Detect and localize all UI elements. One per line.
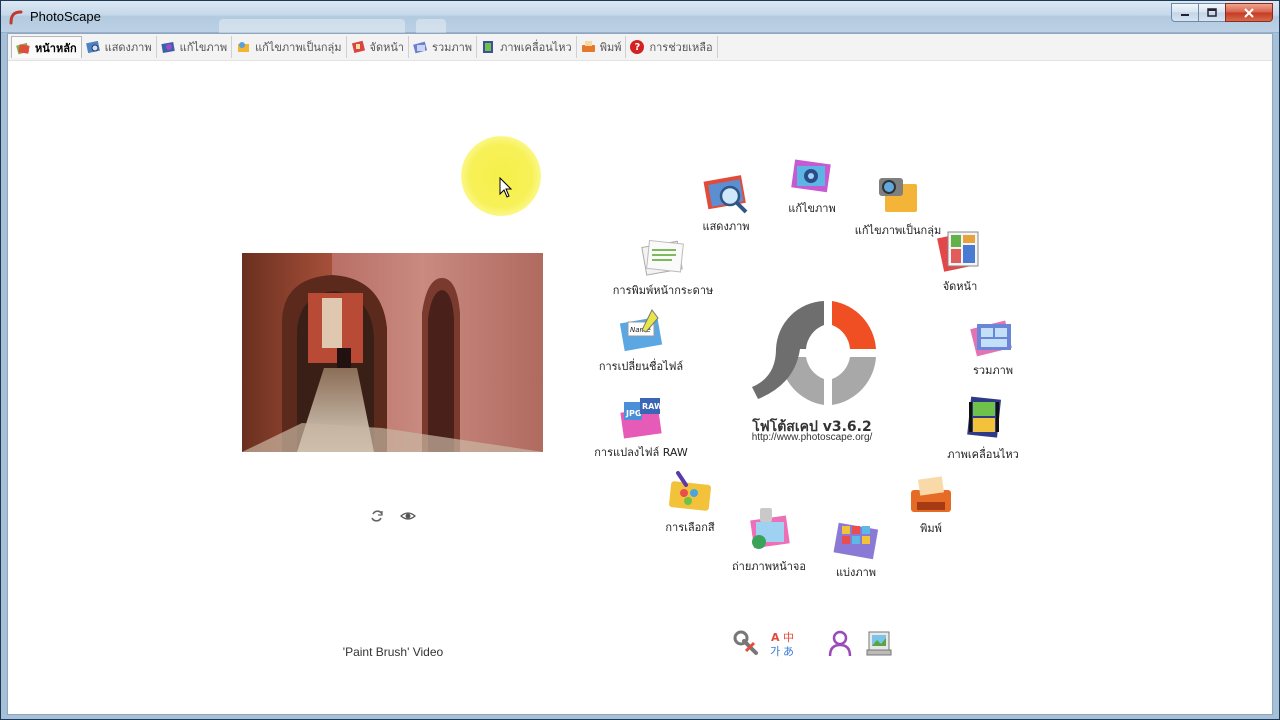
paper-print-icon [641, 239, 684, 276]
maximize-button[interactable] [1198, 3, 1226, 22]
screen-capture-label: ถ่ายภาพหน้าจอ [732, 560, 806, 573]
rename-button[interactable]: Name การเปลี่ยนชื่อไฟล์ [586, 306, 696, 375]
animated-gif-label: ภาพเคลื่อนไหว [947, 448, 1019, 461]
tab-help[interactable]: ? การช่วยเหลือ [626, 36, 718, 58]
title-glass-tab [416, 19, 446, 33]
refresh-icon[interactable] [369, 508, 385, 524]
editor-button[interactable]: แก้ไขภาพ [784, 156, 840, 217]
splitter-icon [833, 522, 879, 560]
color-picker-button[interactable]: การเลือกสี [660, 469, 720, 536]
tab-editor-label: แก้ไขภาพ [179, 41, 228, 54]
tab-combine[interactable]: รวมภาพ [409, 36, 478, 58]
animated-gif-icon [483, 41, 494, 53]
tab-print[interactable]: พิมพ์ [577, 36, 627, 58]
svg-text:A: A [771, 631, 780, 644]
viewer-icon [85, 40, 100, 54]
batch-editor-label: แก้ไขภาพเป็นกลุ่ม [854, 224, 942, 237]
svg-text:中: 中 [783, 631, 794, 644]
window-controls [1171, 3, 1273, 22]
title-bar[interactable]: PhotoScape [1, 1, 1279, 33]
help-icon: ? [630, 40, 645, 54]
tab-viewer-label: แสดงภาพ [104, 41, 152, 54]
print-label: พิมพ์ [920, 522, 942, 535]
print-button[interactable]: พิมพ์ [904, 474, 958, 537]
viewer-icon [703, 175, 748, 214]
svg-text:RAW: RAW [642, 402, 663, 411]
tab-batch-editor-label: แก้ไขภาพเป็นกลุ่ม [255, 41, 342, 54]
preview-eye-icon[interactable] [400, 508, 416, 524]
tab-combine-label: รวมภาพ [432, 41, 473, 54]
cursor-highlight [461, 136, 541, 216]
close-button[interactable] [1225, 3, 1273, 22]
combine-label: รวมภาพ [972, 364, 1013, 377]
raw-converter-icon: JPG RAW [620, 398, 663, 439]
paper-print-button[interactable]: การพิมพ์หน้ากระดาษ [608, 236, 718, 299]
home-icon [16, 42, 30, 54]
language-icon[interactable]: A 中 가 あ [769, 629, 797, 657]
page-label: จัดหน้า [942, 280, 978, 293]
svg-text:あ: あ [783, 645, 794, 657]
print-icon [581, 41, 595, 52]
tab-home[interactable]: หน้าหลัก [11, 36, 82, 58]
editor-icon [161, 42, 175, 53]
website-link[interactable]: http://www.photoscape.org/ [712, 432, 912, 443]
window-title: PhotoScape [30, 9, 101, 24]
main-client-area: หน้าหลัก แสดงภาพ แก้ไขภาพ แก้ไขภาพเป็นกล… [7, 33, 1273, 715]
splitter-label: แบ่งภาพ [835, 566, 877, 579]
tab-help-label: การช่วยเหลือ [649, 41, 713, 54]
color-picker-icon [669, 471, 711, 511]
combine-icon [413, 41, 428, 54]
raw-converter-label: การแปลงไฟล์ RAW [594, 446, 688, 459]
minimize-icon [1181, 13, 1189, 16]
screen-capture-icon [750, 508, 790, 549]
tab-print-label: พิมพ์ [599, 41, 622, 54]
screen-capture-button[interactable]: ถ่ายภาพหน้าจอ [726, 504, 812, 575]
animated-gif-button[interactable]: ภาพเคลื่อนไหว [943, 394, 1023, 463]
page-icon [937, 231, 979, 272]
batch-editor-icon [879, 178, 917, 212]
tab-page[interactable]: จัดหน้า [347, 36, 410, 58]
user-icon[interactable] [826, 629, 854, 657]
svg-text:가: 가 [770, 645, 780, 657]
batch-editor-icon [238, 42, 250, 52]
page-icon [351, 40, 365, 54]
tab-batch-editor[interactable]: แก้ไขภาพเป็นกลุ่ม [232, 36, 347, 58]
tab-editor[interactable]: แก้ไขภาพ [157, 36, 233, 58]
minimize-button[interactable] [1171, 3, 1199, 22]
rename-label: การเปลี่ยนชื่อไฟล์ [598, 360, 684, 373]
combine-button[interactable]: รวมภาพ [966, 316, 1020, 379]
paper-print-label: การพิมพ์หน้ากระดาษ [612, 284, 714, 297]
batch-editor-button[interactable]: แก้ไขภาพเป็นกลุ่ม [853, 174, 943, 239]
page-button[interactable]: จัดหน้า [933, 226, 987, 295]
editor-label: แก้ไขภาพ [788, 202, 836, 215]
tab-page-label: จัดหน้า [369, 41, 405, 54]
editor-icon [791, 159, 831, 193]
title-glass-tab [219, 19, 405, 33]
splitter-button[interactable]: แบ่งภาพ [826, 516, 886, 581]
tab-animated-gif[interactable]: ภาพเคลื่อนไหว [477, 36, 577, 58]
maximize-icon [1207, 7, 1217, 17]
viewer-button[interactable]: แสดงภาพ [696, 174, 756, 235]
sample-photo [242, 253, 543, 452]
module-tab-bar: หน้าหลัก แสดงภาพ แก้ไขภาพ แก้ไขภาพเป็นกล… [8, 34, 1272, 61]
tab-home-label: หน้าหลัก [35, 41, 77, 55]
rename-icon: Name [619, 309, 663, 352]
combine-icon [970, 320, 1012, 357]
tab-animated-gif-label: ภาพเคลื่อนไหว [500, 41, 572, 54]
svg-text:JPG: JPG [625, 409, 641, 418]
animated-gif-icon [967, 396, 1002, 438]
tools-icon[interactable] [732, 629, 760, 657]
photoscape-app-icon [9, 10, 23, 25]
raw-converter-button[interactable]: JPG RAW การแปลงไฟล์ RAW [586, 396, 696, 461]
tab-viewer[interactable]: แสดงภาพ [82, 36, 157, 58]
viewer-label: แสดงภาพ [702, 220, 750, 233]
video-caption[interactable]: 'Paint Brush' Video [318, 645, 468, 659]
photoscape-logo[interactable] [750, 299, 876, 405]
close-icon [1244, 7, 1254, 18]
color-picker-label: การเลือกสี [665, 521, 715, 534]
mouse-cursor-icon [499, 177, 513, 198]
print-icon [911, 476, 951, 512]
wallpaper-icon[interactable] [865, 629, 893, 657]
app-window: PhotoScape หน้าหลัก แสดงภาพ แก้ไขภาพ แก้… [0, 0, 1280, 720]
